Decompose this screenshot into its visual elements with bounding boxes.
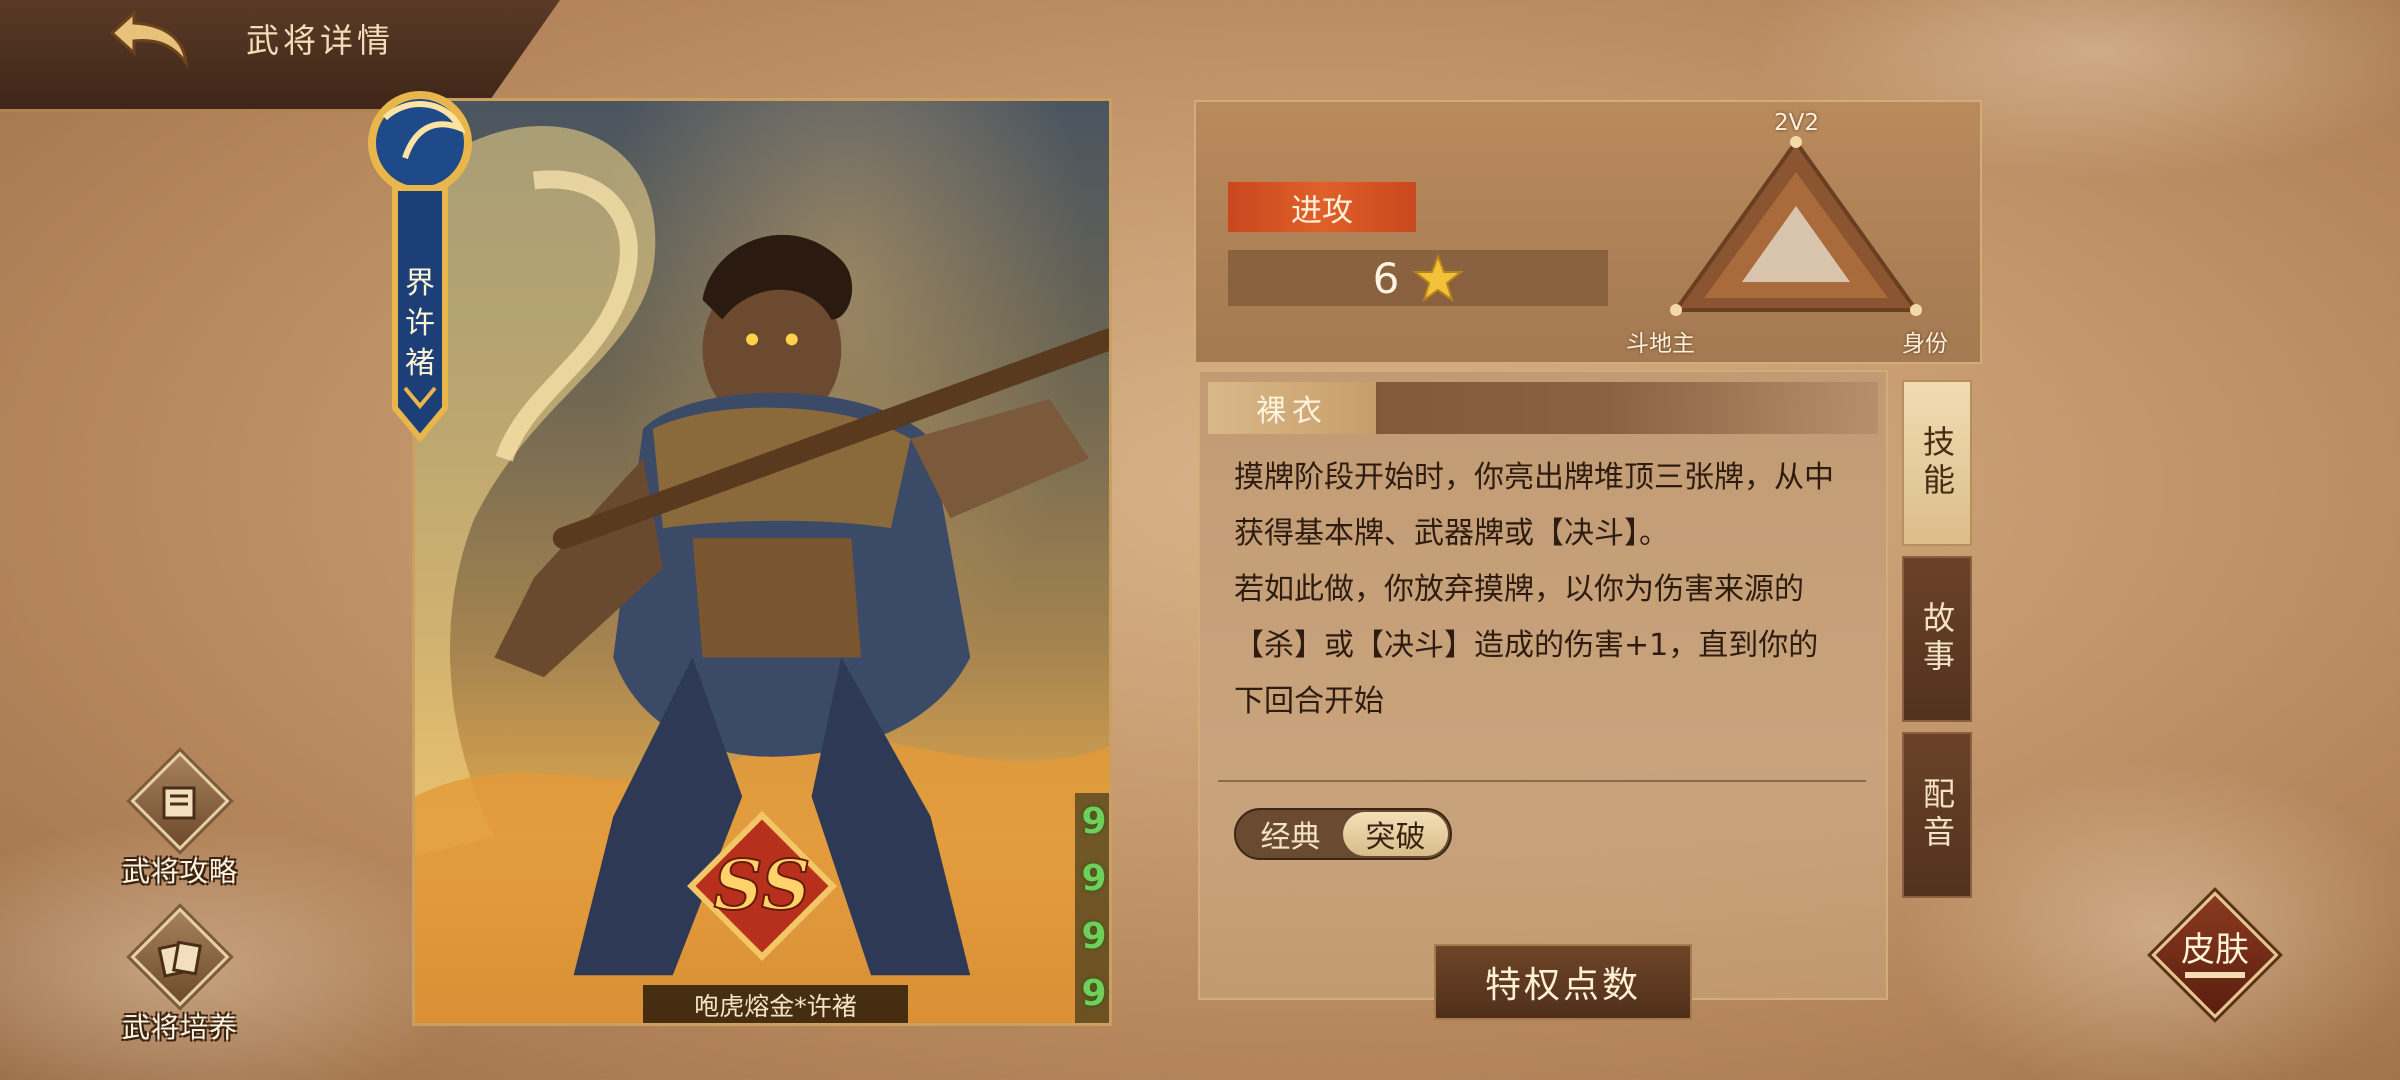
page-title: 武将详情 <box>246 21 394 60</box>
hero-guide-button[interactable]: 武将攻略 <box>92 751 262 902</box>
radar-shape <box>1670 136 1922 316</box>
skill-name: 裸衣 <box>1208 382 1376 434</box>
skin-underline <box>2185 972 2245 978</box>
book-icon <box>150 778 210 826</box>
rating-value: 6 <box>1372 253 1400 303</box>
divider <box>1218 780 1866 782</box>
hero-name: 界许褚 <box>405 266 435 381</box>
tab-skill-label: 技能 <box>1918 425 1956 501</box>
awakening-mark: 9 <box>1081 800 1107 842</box>
role-tag: 进攻 <box>1228 182 1416 232</box>
tab-skill[interactable]: 技能 <box>1902 380 1972 546</box>
skill-mode-toggle: 经典 突破 <box>1234 808 1452 860</box>
tab-voice-label: 配音 <box>1918 777 1956 853</box>
tab-story-label: 故事 <box>1918 601 1956 677</box>
radar-label-landlord: 斗地主 <box>1626 331 1695 357</box>
difficulty-rating: 6 <box>1228 250 1608 306</box>
tab-voice[interactable]: 配音 <box>1902 732 1972 898</box>
hero-train-button[interactable]: 武将培养 <box>92 907 262 1058</box>
top-bar: 武将详情 <box>0 0 560 112</box>
stats-panel: 进攻 6 2V2 斗地主 身份 <box>1194 100 1982 364</box>
mode-classic-option[interactable]: 经典 <box>1238 812 1343 856</box>
privilege-points-button[interactable]: 特权点数 <box>1434 944 1692 1020</box>
hero-train-label: 武将培养 <box>121 1011 238 1044</box>
radar-label-2v2: 2V2 <box>1774 110 1820 136</box>
back-button[interactable] <box>96 0 206 76</box>
tab-story[interactable]: 故事 <box>1902 556 1972 722</box>
awakening-mark: 9 <box>1081 973 1107 1015</box>
mode-breakthrough-option[interactable]: 突破 <box>1343 812 1448 856</box>
back-arrow-icon <box>109 9 189 69</box>
skill-panel: 裸衣 摸牌阶段开始时，你亮出牌堆顶三张牌，从中获得基本牌、武器牌或【决斗】。 若… <box>1198 370 1888 1000</box>
skill-description[interactable]: 摸牌阶段开始时，你亮出牌堆顶三张牌，从中获得基本牌、武器牌或【决斗】。 若如此做… <box>1234 450 1834 742</box>
grade-text: SS <box>714 846 811 926</box>
grade-badge-icon: SS <box>687 811 837 961</box>
cards-icon <box>150 934 210 982</box>
radar-label-identity: 身份 <box>1902 331 1948 357</box>
hero-guide-label: 武将攻略 <box>121 855 238 888</box>
skin-button-label: 皮肤 <box>2181 930 2249 970</box>
star-icon <box>1413 254 1464 302</box>
awakening-mark: 9 <box>1081 915 1107 957</box>
awakening-marks: 9 9 9 9 <box>1075 793 1109 1023</box>
skill-paragraph: 若如此做，你放弃摸牌，以你为伤害来源的【杀】或【决斗】造成的伤害+1，直到你的下… <box>1234 572 1819 719</box>
awakening-mark: 9 <box>1081 858 1107 900</box>
skin-button[interactable]: 皮肤 <box>2140 880 2290 1030</box>
mode-radar-chart: 2V2 斗地主 身份 <box>1626 110 1966 360</box>
skin-name-label: 咆虎熔金*许褚 <box>643 985 908 1023</box>
skill-paragraph: 摸牌阶段开始时，你亮出牌堆顶三张牌，从中获得基本牌、武器牌或【决斗】。 <box>1234 460 1834 551</box>
hero-card: SS 9 9 9 9 咆虎熔金*许褚 <box>412 98 1112 1026</box>
